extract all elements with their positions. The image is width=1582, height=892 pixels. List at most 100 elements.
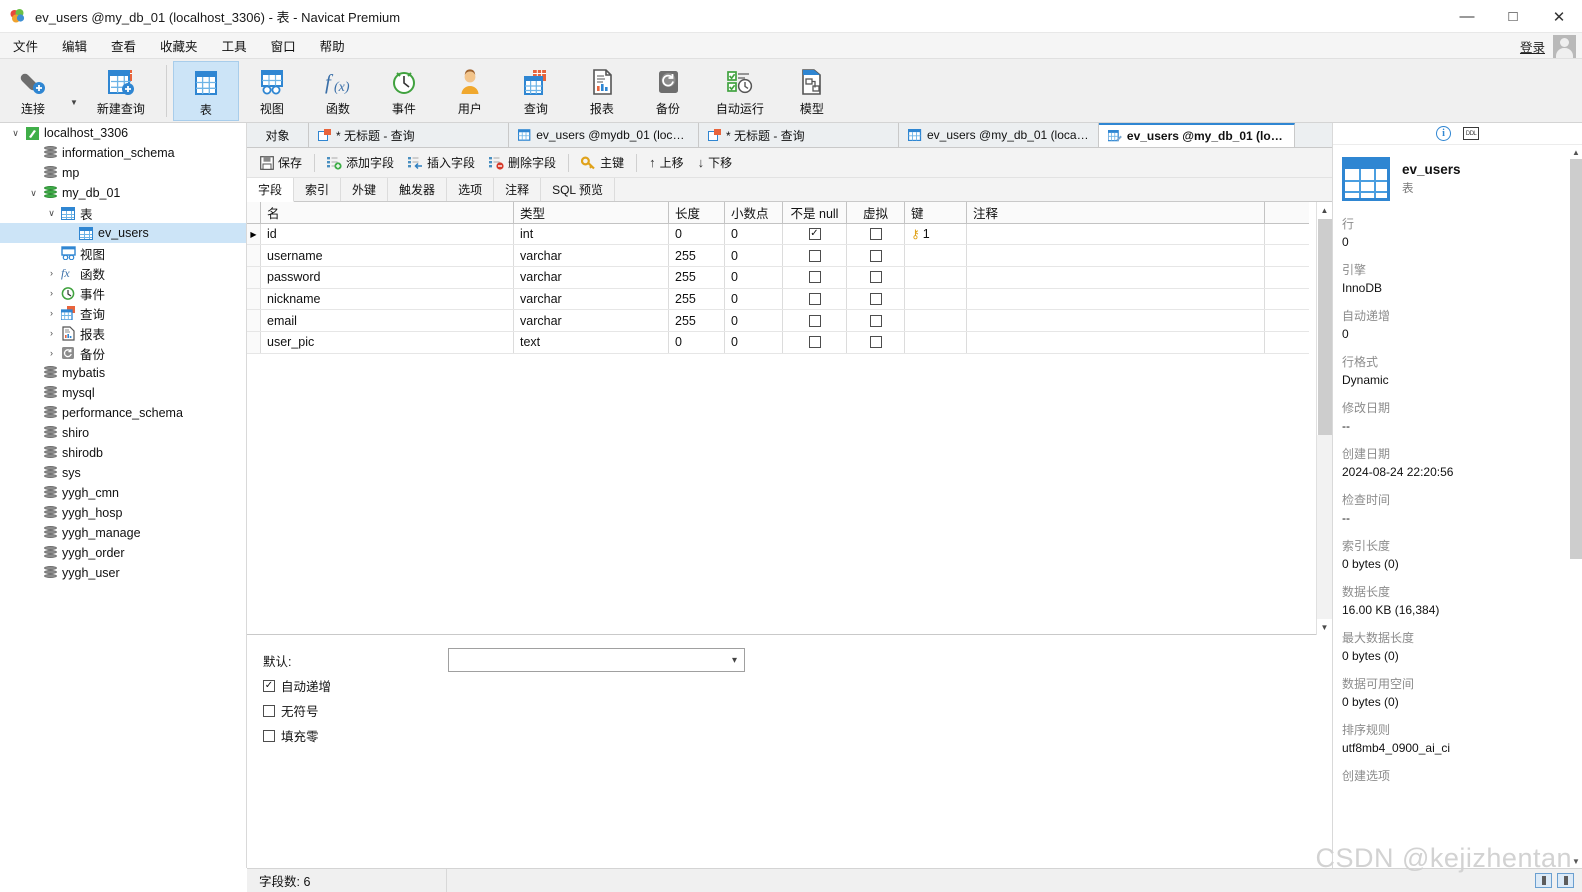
table-row[interactable]: ▶idint00⚷1	[247, 223, 1309, 246]
tree-item-[interactable]: › 事件	[0, 283, 246, 303]
menu-window[interactable]: 窗口	[260, 33, 307, 58]
scrollbar-track[interactable]	[1317, 435, 1332, 619]
tree-twisty-icon[interactable]	[26, 563, 41, 583]
tree-item-sys[interactable]: sys	[0, 463, 246, 483]
tree-twisty-icon[interactable]: ›	[44, 283, 59, 303]
tree-item-[interactable]: › 查询	[0, 303, 246, 323]
cell-field-length[interactable]: 255	[669, 267, 725, 288]
cell-field-length[interactable]: 0	[669, 223, 725, 245]
tree-item-mybatis[interactable]: mybatis	[0, 363, 246, 383]
virtual-checkbox[interactable]	[869, 271, 882, 284]
property-checkbox-row[interactable]: 无符号	[263, 698, 1332, 723]
tree-item-performance_schema[interactable]: performance_schema	[0, 403, 246, 423]
tree-item-yygh_user[interactable]: yygh_user	[0, 563, 246, 583]
cell-comment[interactable]	[967, 288, 1265, 310]
login-link[interactable]: 登录	[1520, 37, 1545, 56]
cell-comment[interactable]	[967, 223, 1265, 245]
row-indicator[interactable]	[247, 332, 261, 353]
tree-twisty-icon[interactable]	[26, 143, 41, 163]
move-up-button[interactable]: ↑ 上移	[642, 151, 691, 174]
grid-column-header[interactable]: 注释	[967, 202, 1265, 223]
tree-item-[interactable]: › 报表	[0, 323, 246, 343]
add-field-button[interactable]: 添加字段	[320, 151, 401, 174]
save-button[interactable]: 保存	[253, 151, 309, 174]
object-tree-sidebar[interactable]: ∨ localhost_3306 information_schema mp ∨ my_d…	[0, 123, 247, 868]
grid-column-header[interactable]: 小数点	[725, 202, 783, 223]
tree-item-shirodb[interactable]: shirodb	[0, 443, 246, 463]
ribbon-item-function[interactable]: f (x) 函数	[305, 61, 371, 121]
tree-twisty-icon[interactable]	[26, 383, 41, 403]
tree-item-[interactable]: › 备份	[0, 343, 246, 363]
menu-view[interactable]: 查看	[100, 33, 147, 58]
cell-field-name[interactable]: id	[261, 223, 514, 245]
cell-field-type[interactable]: text	[514, 332, 669, 353]
ribbon-item-model[interactable]: 模型	[779, 61, 845, 121]
subtab-1[interactable]: 索引	[294, 178, 342, 201]
cell-field-decimals[interactable]: 0	[725, 267, 783, 288]
tree-twisty-icon[interactable]	[26, 163, 41, 183]
cell-key[interactable]	[905, 332, 967, 353]
property-checkbox-row[interactable]: 填充零	[263, 723, 1332, 748]
cell-comment[interactable]	[967, 332, 1265, 353]
tree-twisty-icon[interactable]: ›	[44, 323, 59, 343]
cell-field-decimals[interactable]: 0	[725, 223, 783, 245]
cell-field-type[interactable]: varchar	[514, 288, 669, 310]
tree-item-my_db_01[interactable]: ∨ my_db_01	[0, 183, 246, 203]
row-indicator[interactable]	[247, 288, 261, 310]
subtab-0[interactable]: 字段	[247, 178, 295, 202]
cell-field-type[interactable]: int	[514, 223, 669, 245]
ribbon-item-query[interactable]: 查询	[503, 61, 569, 121]
cell-field-type[interactable]: varchar	[514, 245, 669, 267]
ribbon-item-automation[interactable]: 自动运行	[701, 61, 779, 121]
tree-twisty-icon[interactable]: ›	[44, 303, 59, 323]
menu-help[interactable]: 帮助	[309, 33, 356, 58]
scroll-down-arrow-icon[interactable]: ▼	[1317, 619, 1332, 635]
not-null-checkbox[interactable]	[808, 293, 821, 306]
tree-twisty-icon[interactable]	[26, 503, 41, 523]
document-tab[interactable]: ev_users @my_db_01 (local...	[1099, 123, 1295, 147]
subtab-4[interactable]: 选项	[447, 178, 495, 201]
tree-item-[interactable]: › fx 函数	[0, 263, 246, 283]
tree-twisty-icon[interactable]: ›	[44, 263, 59, 283]
cell-field-decimals[interactable]: 0	[725, 245, 783, 267]
table-row[interactable]: password varchar 255 0	[247, 267, 1309, 289]
document-tab[interactable]: ev_users @my_db_01 (local...	[899, 123, 1099, 147]
ribbon-item-new-query[interactable]: 新建查询	[82, 61, 160, 121]
tree-twisty-icon[interactable]: ›	[44, 343, 59, 363]
tree-item-yygh_hosp[interactable]: yygh_hosp	[0, 503, 246, 523]
subtab-6[interactable]: SQL 预览	[541, 178, 615, 201]
cell-field-type[interactable]: varchar	[514, 267, 669, 288]
grid-column-header[interactable]: 类型	[514, 202, 669, 223]
scroll-up-arrow-icon[interactable]: ▲	[1317, 202, 1332, 218]
document-tab[interactable]: * 无标题 - 查询	[309, 123, 509, 147]
not-null-checkbox[interactable]	[808, 271, 821, 284]
cell-field-name[interactable]: email	[261, 310, 514, 332]
ribbon-item-report[interactable]: 报表	[569, 61, 635, 121]
close-button[interactable]: ✕	[1536, 0, 1582, 33]
tree-twisty-icon[interactable]: ∨	[26, 183, 41, 203]
tree-twisty-icon[interactable]	[26, 363, 41, 383]
not-null-checkbox[interactable]	[808, 249, 821, 262]
panel-right-toggle-icon[interactable]	[1557, 873, 1574, 888]
info-scrollbar-thumb[interactable]	[1570, 159, 1582, 559]
cell-comment[interactable]	[967, 245, 1265, 267]
insert-field-button[interactable]: 插入字段	[401, 151, 482, 174]
row-indicator[interactable]	[247, 245, 261, 267]
tree-item-[interactable]: ∨ 表	[0, 203, 246, 223]
ribbon-item-event-clock[interactable]: 事件	[371, 61, 437, 121]
minimize-button[interactable]: —	[1444, 0, 1490, 33]
ribbon-item-backup[interactable]: 备份	[635, 61, 701, 121]
tree-twisty-icon[interactable]	[26, 403, 41, 423]
info-scroll-up-icon[interactable]: ▲	[1570, 145, 1582, 159]
info-scroll-down-icon[interactable]: ▼	[1570, 854, 1582, 868]
subtab-2[interactable]: 外键	[341, 178, 389, 201]
virtual-checkbox[interactable]	[869, 314, 882, 327]
tree-item-information_schema[interactable]: information_schema	[0, 143, 246, 163]
tree-item-[interactable]: 视图	[0, 243, 246, 263]
tree-item-shiro[interactable]: shiro	[0, 423, 246, 443]
cell-field-length[interactable]: 255	[669, 288, 725, 310]
subtab-5[interactable]: 注释	[494, 178, 542, 201]
table-row[interactable]: nickname varchar 255 0	[247, 288, 1309, 311]
tree-item-mysql[interactable]: mysql	[0, 383, 246, 403]
tree-twisty-icon[interactable]	[62, 223, 77, 243]
